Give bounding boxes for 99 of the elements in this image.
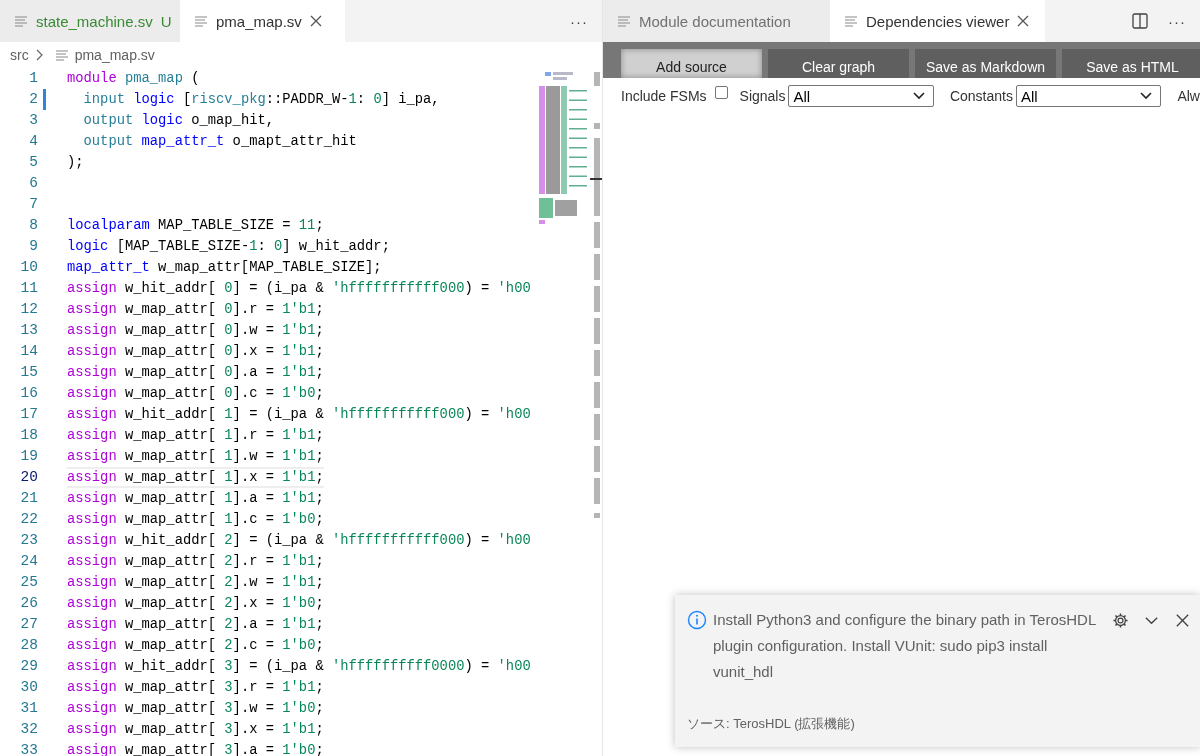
file-icon [617,15,631,27]
dropdown[interactable]: All [1015,85,1162,107]
checkbox-label: Include FSMs [621,88,707,104]
code-line: assign w_hit_addr[ 2] = (i_pa & 'hfffffffffff000) = 'h00 [67,532,531,550]
toolbar-button[interactable]: Clear graph [768,49,909,78]
notification-message: Install Python3 and configure the binary path in TerosHDL plugin configuration. Install VUnit: sudo pip3 install vunit_hdl [713,610,1097,682]
line-number: 26 [19,594,38,613]
dropdown[interactable]: All [788,85,934,107]
code-line: map_attr_t w_map_attr[MAP_TABLE_SIZE]; [67,259,382,277]
line-number: 32 [19,720,38,739]
editor-tab[interactable]: Module documentation [603,0,830,42]
close-icon[interactable] [1174,612,1191,629]
code-line: ); [67,154,84,172]
chevron-down-icon [1140,92,1153,100]
line-number: 33 [19,741,38,756]
code-line: assign w_map_attr[ 0].r = 1'b1; [67,301,324,319]
line-number: 23 [19,531,38,550]
checkbox[interactable] [714,85,728,99]
line-number: 22 [19,510,38,529]
editor-tab[interactable]: pma_map.sv [180,0,345,42]
line-number: 18 [19,426,38,445]
file-icon [194,15,208,27]
editor-tab[interactable]: Dependencies viewer [830,0,1045,42]
code-line: assign w_map_attr[ 2].a = 1'b1; [67,616,324,634]
code-line: assign w_map_attr[ 0].w = 1'b1; [67,322,324,340]
code-line: module pma_map ( [67,70,200,88]
chevron-down-icon [912,92,925,100]
line-number: 21 [19,489,38,508]
code-line: assign w_map_attr[ 2].x = 1'b0; [67,595,324,613]
code-line: assign w_map_attr[ 1].c = 1'b0; [67,511,324,529]
line-number: 27 [19,615,38,634]
info-icon [687,610,707,630]
line-number: 31 [19,699,38,718]
notification-source: ソース: TerosHDL (拡張機能) [687,715,856,733]
line-number: 20 [19,468,38,487]
code-line: output map_attr_t o_mapt_attr_hit [82,133,357,151]
select-label: Signals [739,88,786,104]
line-number: 9 [28,237,38,256]
code-line: assign w_map_attr[ 2].w = 1'b1; [67,574,324,592]
code-line: assign w_map_attr[ 3].x = 1'b1; [67,721,324,739]
line-number: 14 [19,342,38,361]
line-number: 4 [28,132,38,151]
line-number: 15 [19,363,38,382]
line-number: 12 [19,300,38,319]
breadcrumb-item[interactable]: pma_map.sv [74,47,155,63]
code-line: assign w_map_attr[ 1].a = 1'b1; [67,490,324,508]
select-label: Constants [949,88,1013,104]
code-line: assign w_map_attr[ 1].r = 1'b1; [67,427,324,445]
line-number: 7 [28,195,38,214]
line-number: 5 [28,153,38,172]
code-line: localparam MAP_TABLE_SIZE = 11; [67,217,324,235]
code-line: assign w_hit_addr[ 0] = (i_pa & 'hfffffffffff000) = 'h00 [67,280,531,298]
line-number: 30 [19,678,38,697]
code-line: assign w_map_attr[ 0].x = 1'b1; [67,343,324,361]
select-label: Alw [1177,88,1200,104]
code-line: assign w_map_attr[ 3].r = 1'b1; [67,679,324,697]
file-icon [54,49,69,61]
code-line: assign w_map_attr[ 3].w = 1'b0; [67,700,324,718]
line-number: 2 [28,90,38,109]
code-line: assign w_map_attr[ 0].c = 1'b0; [67,385,324,403]
line-number: 8 [28,216,38,235]
line-number: 19 [19,447,38,466]
chevron-right-icon [34,49,43,61]
line-number: 11 [19,279,38,298]
editor-tab[interactable]: state_machine.sv U [0,0,180,42]
code-line: assign w_hit_addr[ 1] = (i_pa & 'hfffffffffff000) = 'h00 [67,406,531,424]
file-icon [14,15,28,27]
code-line: input logic [riscv_pkg::PADDR_W-1: 0] i_pa, [82,91,440,109]
more-actions-button[interactable]: ··· [1154,12,1200,30]
code-line: assign w_map_attr[ 2].r = 1'b1; [67,553,324,571]
close-icon[interactable] [1017,15,1030,27]
toolbar-button[interactable]: Add source [621,49,762,78]
toolbar-button[interactable]: Save as Markdown [915,49,1056,78]
code-line: assign w_map_attr[ 2].c = 1'b0; [67,637,324,655]
code-line: assign w_map_attr[ 1].w = 1'b1; [67,448,324,466]
more-actions-button[interactable]: ··· [556,0,602,42]
breadcrumb-item[interactable]: src [10,47,29,63]
code-line: assign w_map_attr[ 0].a = 1'b1; [67,364,324,382]
line-number: 17 [19,405,38,424]
code-line: assign w_hit_addr[ 3] = (i_pa & 'hffffffffff0000) = 'h00 [67,658,531,676]
line-number: 6 [28,174,38,193]
line-number: 13 [19,321,38,340]
line-number: 3 [28,111,38,130]
line-number: 16 [19,384,38,403]
line-number: 25 [19,573,38,592]
file-icon [844,15,858,27]
split-editor-icon[interactable] [1132,13,1148,29]
code-line: logic [MAP_TABLE_SIZE-1: 0] w_hit_addr; [67,238,390,256]
line-number: 10 [19,258,38,277]
line-number: 28 [19,636,38,655]
code-line: output logic o_map_hit, [82,112,274,130]
settings-icon[interactable] [1112,612,1129,629]
code-line: assign w_map_attr[ 3].a = 1'b0; [67,742,324,756]
current-line-highlight: assign w_map_attr[ 1].x = 1'b1; [67,467,324,488]
toolbar-button[interactable]: Save as HTML [1062,49,1200,78]
line-number: 29 [19,657,38,676]
line-number: 24 [19,552,38,571]
line-number: 1 [28,69,38,88]
close-icon[interactable] [309,15,322,27]
